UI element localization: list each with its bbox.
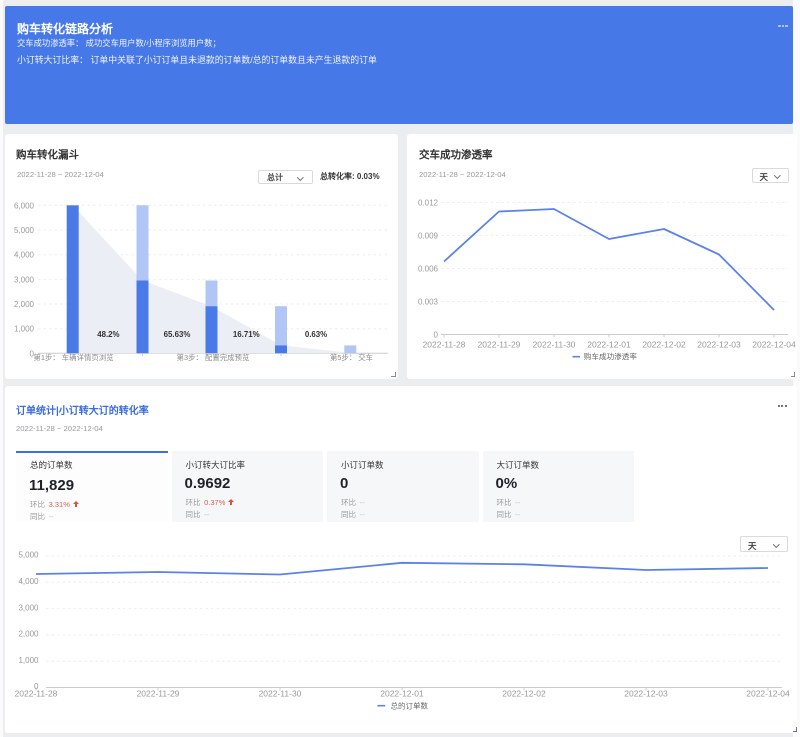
- svg-text:0.012: 0.012: [418, 198, 439, 207]
- svg-text:2022-11-30: 2022-11-30: [533, 339, 576, 349]
- svg-text:2022-11-28: 2022-11-28: [15, 688, 58, 698]
- svg-text:4,000: 4,000: [14, 250, 35, 259]
- svg-text:购车成功渗透率: 购车成功渗透率: [584, 350, 638, 360]
- svg-text:2022-11-30: 2022-11-30: [259, 688, 302, 698]
- svg-text:2022-12-02: 2022-12-02: [642, 339, 686, 349]
- svg-text:0.63%: 0.63%: [305, 330, 327, 339]
- svg-text:5,000: 5,000: [14, 226, 35, 235]
- svg-text:第3步： 配置完成预览: 第3步： 配置完成预览: [177, 353, 250, 362]
- svg-text:16.71%: 16.71%: [233, 330, 260, 339]
- svg-text:第1步： 车辆详情页浏览: 第1步： 车辆详情页浏览: [33, 353, 113, 362]
- svg-text:1,000: 1,000: [14, 324, 35, 333]
- svg-text:0.006: 0.006: [418, 264, 439, 273]
- svg-text:0: 0: [434, 330, 439, 339]
- svg-text:65.63%: 65.63%: [164, 330, 191, 339]
- svg-text:6,000: 6,000: [14, 201, 35, 210]
- svg-text:48.2%: 48.2%: [97, 330, 119, 339]
- svg-text:4,000: 4,000: [18, 577, 39, 586]
- svg-text:2,000: 2,000: [14, 300, 35, 309]
- svg-text:3,000: 3,000: [18, 603, 39, 612]
- svg-text:2,000: 2,000: [18, 629, 39, 638]
- svg-text:2022-12-04: 2022-12-04: [746, 688, 790, 698]
- svg-text:2022-12-03: 2022-12-03: [624, 688, 668, 698]
- svg-text:3,000: 3,000: [14, 275, 35, 284]
- svg-text:2022-12-02: 2022-12-02: [502, 688, 546, 698]
- svg-text:0.003: 0.003: [418, 297, 439, 306]
- svg-text:2022-11-28: 2022-11-28: [423, 339, 466, 349]
- svg-text:2022-11-29: 2022-11-29: [137, 688, 180, 698]
- svg-text:0.009: 0.009: [418, 231, 439, 240]
- svg-text:5,000: 5,000: [18, 550, 39, 559]
- svg-text:2022-12-01: 2022-12-01: [587, 339, 631, 349]
- svg-text:2022-12-04: 2022-12-04: [752, 339, 796, 349]
- svg-text:2022-12-01: 2022-12-01: [380, 688, 424, 698]
- svg-text:2022-11-29: 2022-11-29: [478, 339, 521, 349]
- svg-text:第5步： 交车: 第5步： 交车: [330, 353, 373, 362]
- svg-text:总的订单数: 总的订单数: [391, 700, 429, 710]
- svg-text:2022-12-03: 2022-12-03: [697, 339, 741, 349]
- svg-text:1,000: 1,000: [18, 655, 39, 664]
